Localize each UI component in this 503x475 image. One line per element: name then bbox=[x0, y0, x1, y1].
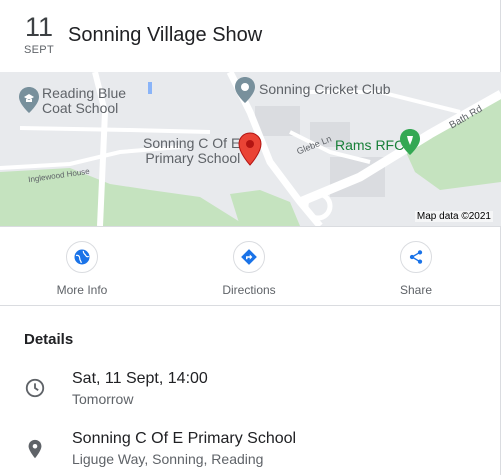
map-view[interactable]: Reading Blue Coat School Sonning Cricket… bbox=[0, 72, 501, 226]
map-label-reading-school: Reading Blue Coat School bbox=[42, 85, 127, 116]
share-label: Share bbox=[399, 283, 433, 297]
event-datetime: Sat, 11 Sept, 14:00 bbox=[72, 370, 208, 387]
map-label-cricket-club: Sonning Cricket Club bbox=[259, 81, 391, 97]
share-button[interactable]: Share bbox=[366, 241, 466, 297]
school-pin-icon[interactable] bbox=[18, 86, 40, 114]
event-address: Liguge Way, Sonning, Reading bbox=[72, 451, 264, 467]
action-bar: More Info Directions Share bbox=[0, 226, 501, 306]
event-day: 11 bbox=[24, 12, 54, 42]
event-card: 11 SEPT Sonning Village Show Reading Blu… bbox=[0, 0, 501, 475]
map-label-primary-school: Sonning C Of E Primary School bbox=[143, 135, 241, 166]
event-month: SEPT bbox=[24, 44, 54, 56]
event-relative-date: Tomorrow bbox=[72, 391, 134, 407]
cricket-club-pin-icon[interactable] bbox=[234, 76, 256, 104]
event-location-pin-icon[interactable] bbox=[238, 132, 262, 166]
event-title: Sonning Village Show bbox=[68, 24, 263, 46]
more-info-label: More Info bbox=[56, 283, 108, 297]
event-header: 11 SEPT Sonning Village Show bbox=[0, 0, 501, 72]
more-info-button[interactable]: More Info bbox=[32, 241, 132, 297]
details-heading: Details bbox=[24, 331, 74, 348]
clock-icon bbox=[25, 378, 45, 398]
rams-rfc-pin-icon[interactable] bbox=[399, 128, 421, 156]
directions-label: Directions bbox=[222, 283, 276, 297]
share-icon bbox=[409, 250, 423, 264]
event-venue: Sonning C Of E Primary School bbox=[72, 430, 297, 447]
globe-icon bbox=[74, 249, 90, 265]
map-credit: Map data ©2021 bbox=[414, 211, 493, 222]
directions-icon bbox=[241, 249, 257, 265]
map-label-rams-rfc: Rams RFC bbox=[335, 137, 405, 153]
location-pin-icon bbox=[28, 439, 42, 459]
directions-button[interactable]: Directions bbox=[199, 241, 299, 297]
